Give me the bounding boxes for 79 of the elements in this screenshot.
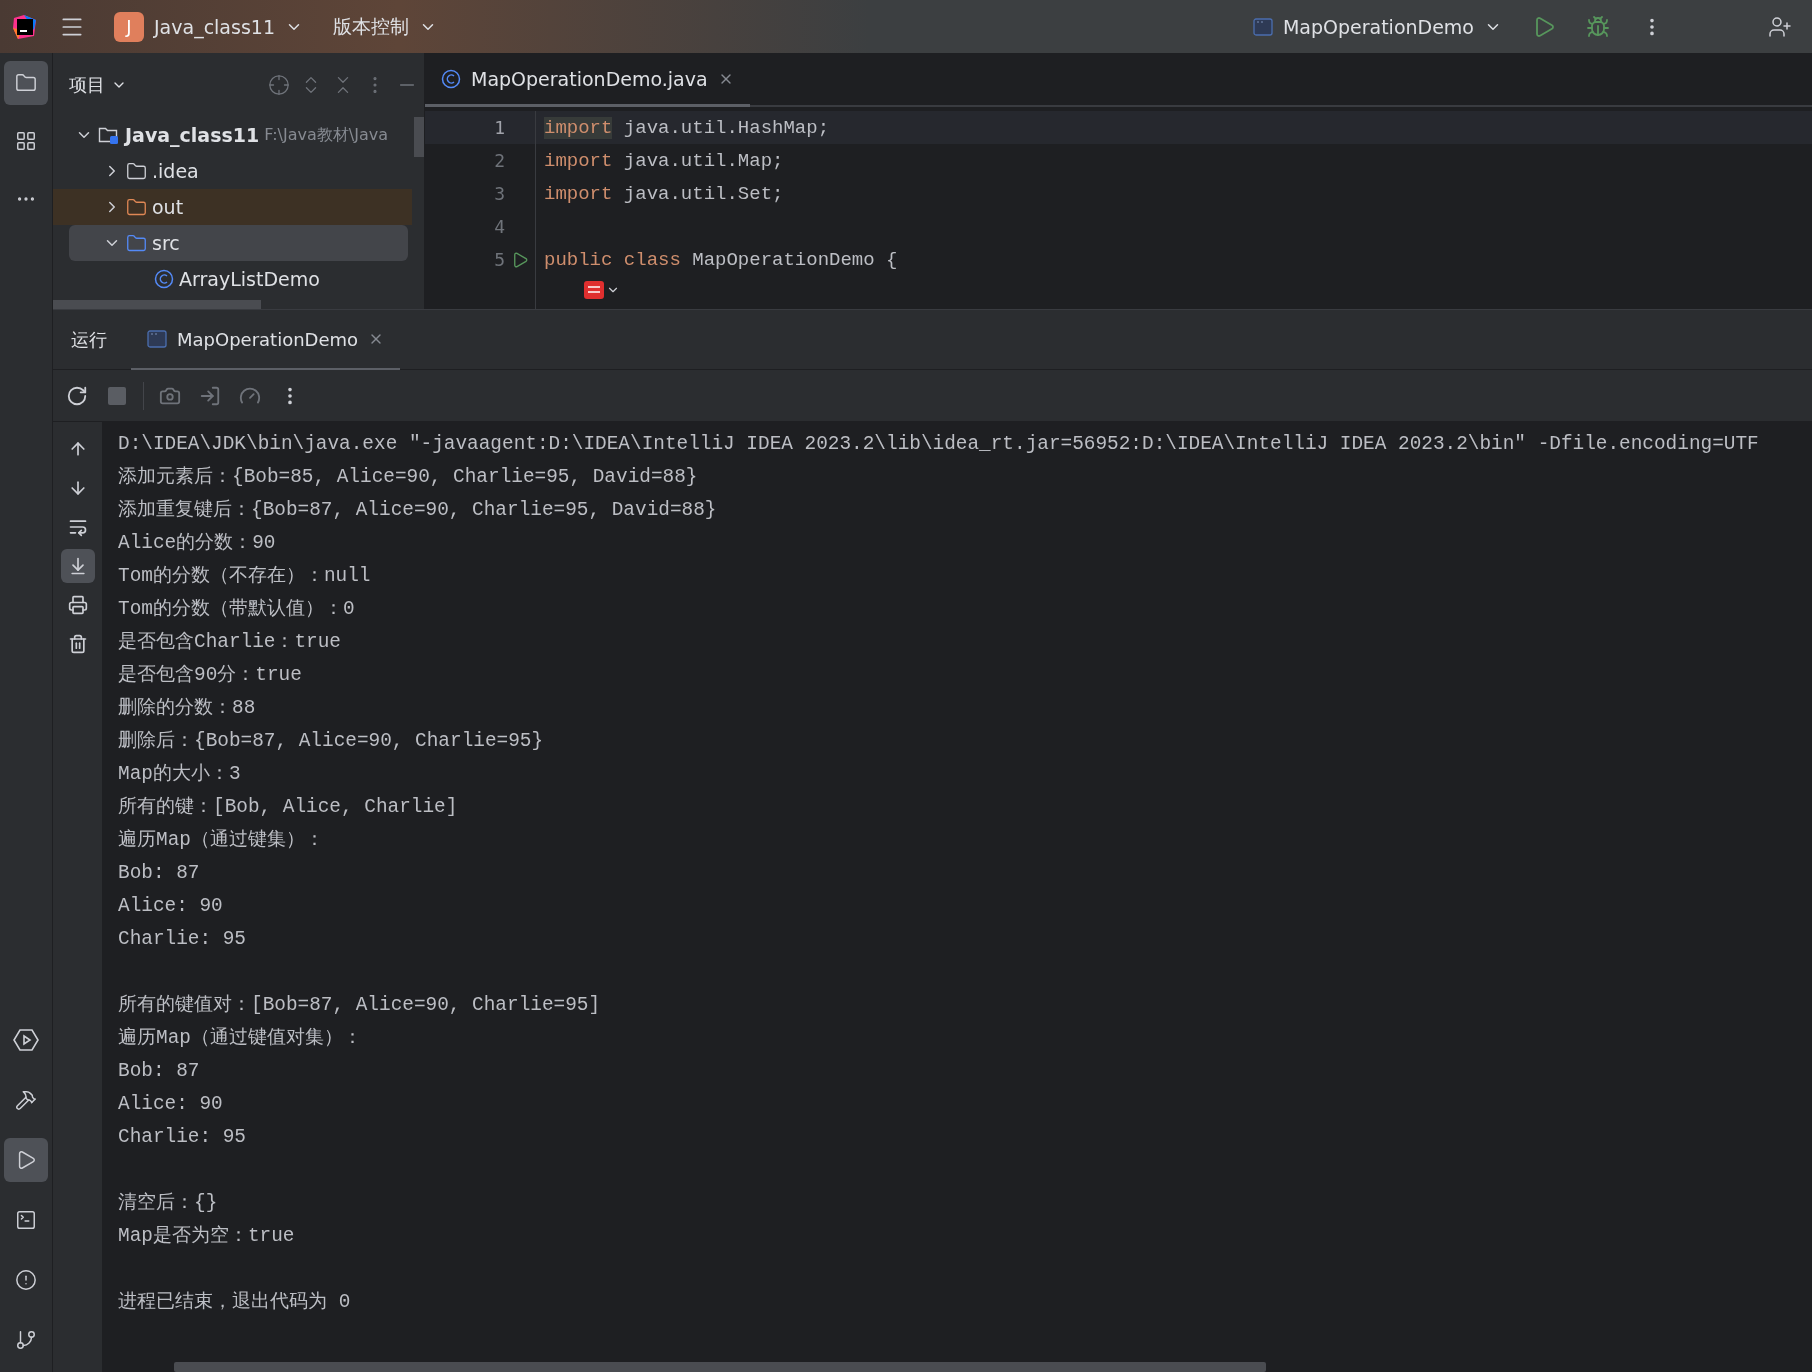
line-number: 5 xyxy=(493,249,505,270)
rerun-icon[interactable] xyxy=(66,384,88,407)
app-logo-icon[interactable] xyxy=(12,13,38,40)
line-number: 1 xyxy=(493,117,505,138)
run-config-selector[interactable]: MapOperationDemo xyxy=(1244,9,1510,44)
folder-icon xyxy=(126,196,147,218)
line-number: 4 xyxy=(493,216,505,237)
panel-title[interactable]: 项目 xyxy=(69,73,127,97)
folder-icon xyxy=(126,160,147,182)
code-line: import java.util.Map; xyxy=(535,144,1812,177)
structure-icon[interactable] xyxy=(15,130,37,152)
horizontal-scrollbar[interactable] xyxy=(174,1362,1266,1372)
console-line: Alice的分数：90 xyxy=(118,531,277,556)
hammer-icon[interactable] xyxy=(15,1089,37,1111)
git-branch-icon[interactable] xyxy=(15,1329,37,1351)
console-line: 所有的键：[Bob, Alice, Charlie] xyxy=(118,795,459,820)
line-number: 2 xyxy=(493,150,505,171)
run-gutter-icon[interactable] xyxy=(511,250,529,269)
code-line: import java.util.Set; xyxy=(535,177,1812,210)
console-line: 清空后：{} xyxy=(118,1191,219,1216)
terminal-icon[interactable] xyxy=(15,1209,37,1231)
code-line: import java.util.HashMap; xyxy=(535,111,1812,144)
class-icon xyxy=(441,68,461,89)
console-line: Charlie: 95 xyxy=(118,927,247,952)
vertical-scrollbar[interactable] xyxy=(414,117,424,157)
console-line: 是否包含Charlie：true xyxy=(118,630,342,655)
console-line: Bob: 87 xyxy=(118,861,201,886)
run-config-icon xyxy=(1252,17,1273,36)
console-line: Charlie: 95 xyxy=(118,1125,247,1150)
tree-row[interactable]: out xyxy=(53,189,412,225)
console-line: 添加重复键后：{Bob=87, Alice=90, Charlie=95, David=88} xyxy=(118,498,718,523)
print-icon[interactable] xyxy=(67,595,88,615)
import-icon[interactable] xyxy=(199,384,221,407)
console-line: Tom的分数（不存在）：null xyxy=(118,564,372,589)
problems-icon[interactable] xyxy=(15,1269,37,1291)
project-switcher[interactable]: J Java_class11 xyxy=(106,5,311,48)
add-user-icon[interactable] xyxy=(1768,14,1792,39)
tree-row[interactable]: src xyxy=(69,225,408,261)
tree-label: out xyxy=(152,196,184,218)
console-line: 删除的分数：88 xyxy=(118,696,257,721)
console-line: 进程已结束，退出代码为 0 xyxy=(118,1290,352,1315)
console-line: Map是否为空：true xyxy=(118,1224,296,1249)
editor-tab[interactable]: MapOperationDemo.java xyxy=(425,53,750,107)
tree-path: F:\Java教材\Java xyxy=(264,124,388,146)
console-line: 是否包含90分：true xyxy=(118,663,303,688)
console-line: 删除后：{Bob=87, Alice=90, Charlie=95} xyxy=(118,729,545,754)
code-line: public class MapOperationDemo { xyxy=(535,243,1812,276)
horizontal-scrollbar[interactable] xyxy=(53,300,261,309)
tree-row[interactable]: .idea xyxy=(53,153,412,189)
console-line: 所有的键值对：[Bob=87, Alice=90, Charlie=95] xyxy=(118,993,602,1018)
console-line: Alice: 90 xyxy=(118,1092,224,1117)
vcs-menu[interactable]: 版本控制 xyxy=(325,7,445,46)
console-line: Alice: 90 xyxy=(118,894,224,919)
console-line: Map的大小：3 xyxy=(118,762,242,787)
services-icon[interactable] xyxy=(13,1028,39,1052)
plugin-badge-icon[interactable] xyxy=(584,280,620,299)
console-line: Tom的分数（带默认值）：0 xyxy=(118,597,356,622)
class-icon xyxy=(154,269,174,289)
module-folder-icon xyxy=(98,125,120,145)
locate-icon[interactable] xyxy=(268,74,290,96)
trash-icon[interactable] xyxy=(67,634,88,654)
console-line: Bob: 87 xyxy=(118,1059,201,1084)
line-number: 3 xyxy=(493,183,505,204)
debug-icon[interactable] xyxy=(1586,14,1610,39)
tree-label: Java_class11 xyxy=(125,124,260,146)
run-panel-title: 运行 xyxy=(71,327,107,352)
tree-row[interactable]: Java_class11 F:\Java教材\Java xyxy=(53,117,412,153)
folder-icon xyxy=(126,232,147,254)
tree-label: ArrayListDemo xyxy=(179,268,320,290)
tree-row[interactable]: ArrayListDemo xyxy=(53,261,412,297)
console-line: D:\IDEA\JDK\bin\java.exe "-javaagent:D:\IDEA\IntelliJ IDEA 2023.2\lib\idea_rt.jar=56952:D:\IDEA\IntelliJ IDEA 2023.2\bin" -Dfile.encoding=UTF xyxy=(118,432,1760,457)
console-line: 遍历Map（通过键集）： xyxy=(118,828,325,853)
console-icon xyxy=(147,330,167,348)
console-line: 遍历Map（通过键值对集）： xyxy=(118,1026,363,1051)
tree-label: .idea xyxy=(152,160,199,182)
soft-wrap-icon[interactable] xyxy=(67,517,88,537)
tree-label: src xyxy=(152,232,180,254)
project-folder-icon[interactable] xyxy=(15,72,37,94)
console-line: 添加元素后：{Bob=85, Alice=90, Charlie=95, David=88} xyxy=(118,465,699,490)
